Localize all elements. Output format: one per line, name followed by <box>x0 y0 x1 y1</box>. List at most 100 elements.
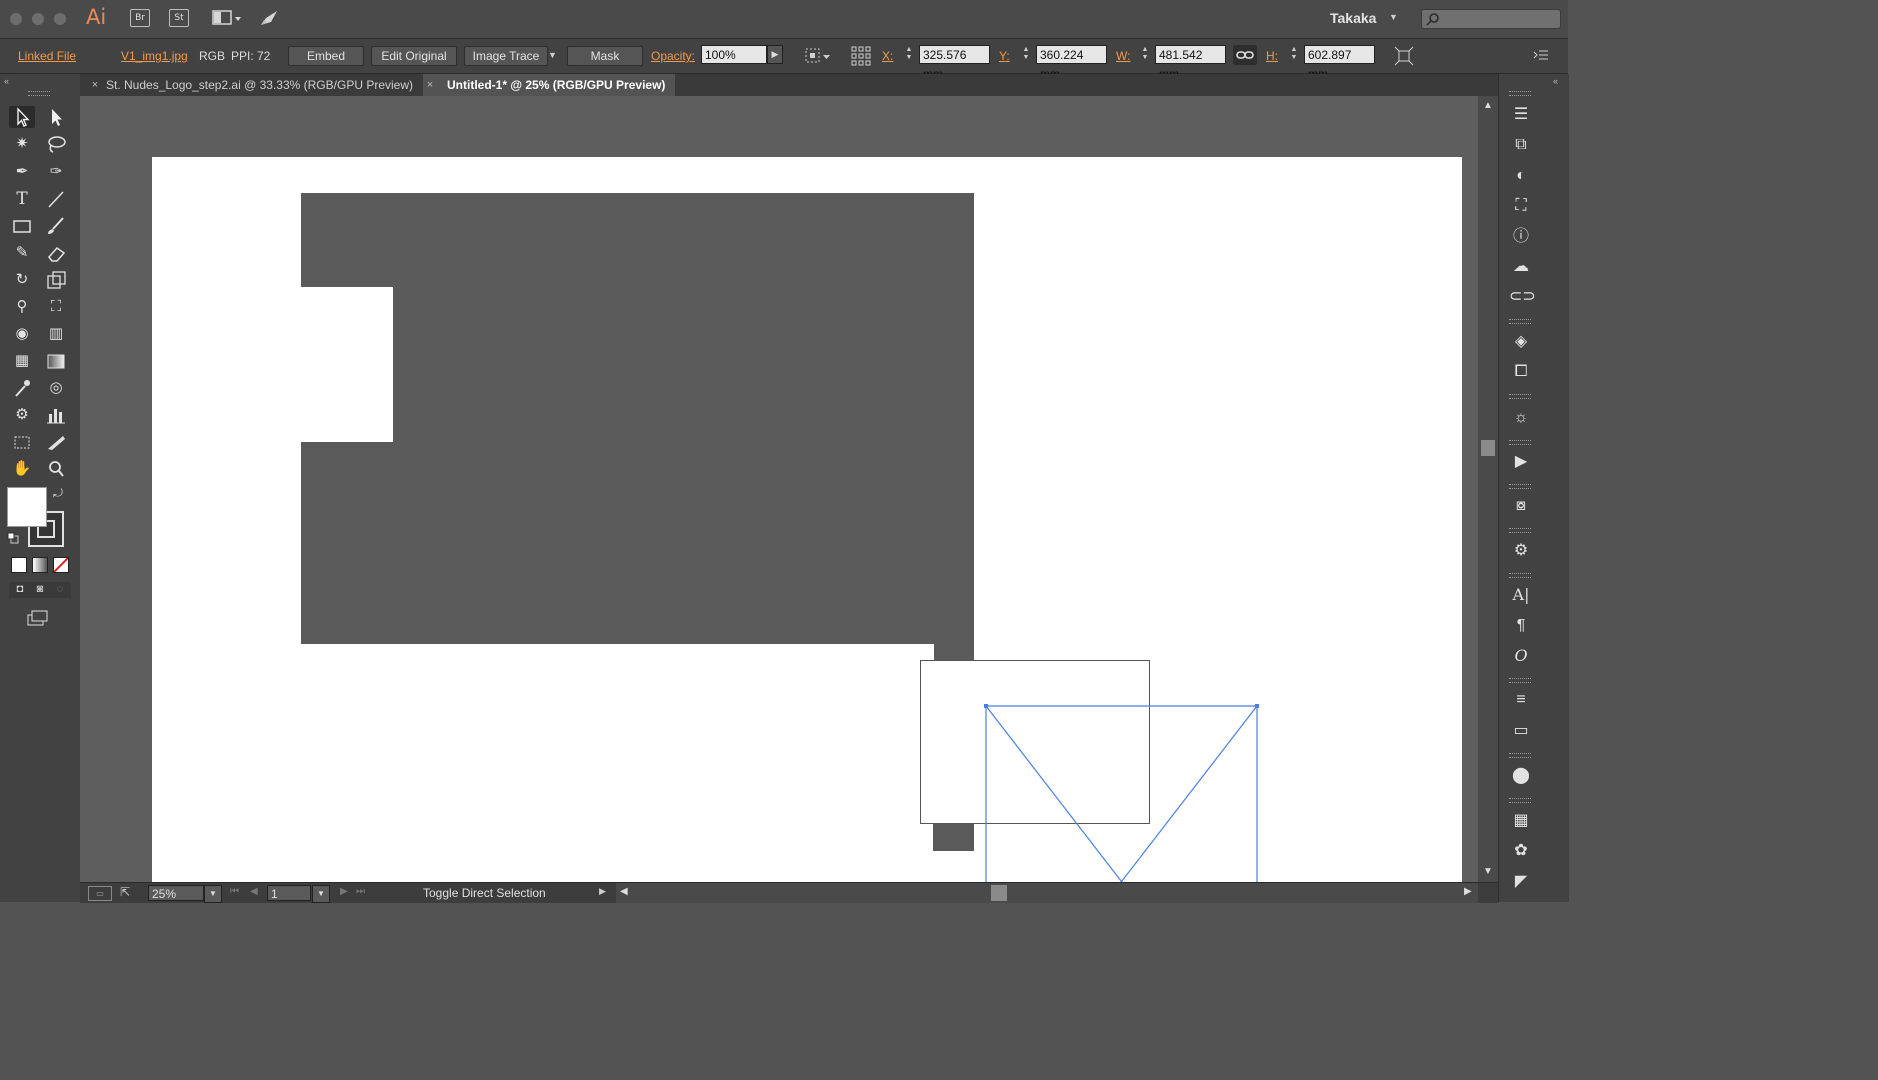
status-message[interactable]: Toggle Direct Selection <box>423 886 546 900</box>
zoom-level-field[interactable]: 25% <box>148 885 204 901</box>
expand-panels-icon[interactable]: « <box>1553 76 1558 86</box>
horizontal-scrollbar-thumb[interactable] <box>991 885 1007 901</box>
appearance-panel-icon[interactable]: ☼ <box>1509 407 1533 429</box>
placed-image-selection[interactable] <box>980 700 1265 882</box>
gpu-performance-icon[interactable]: ▭ <box>88 886 112 901</box>
stock-button[interactable]: St <box>169 9 189 27</box>
transform-button[interactable] <box>1394 46 1414 66</box>
default-fill-stroke-button[interactable] <box>7 532 19 544</box>
artboard-number-field[interactable]: 1 <box>267 885 311 901</box>
asset-export-panel-icon[interactable]: ⧇ <box>1509 495 1533 517</box>
eraser-tool[interactable] <box>43 242 69 264</box>
artboard-tool[interactable] <box>9 431 35 453</box>
image-trace-dropdown-icon[interactable]: ▼ <box>548 50 557 60</box>
w-label[interactable]: W: <box>1116 49 1130 63</box>
mask-button[interactable]: Mask <box>567 46 643 66</box>
color-mode-button[interactable] <box>11 557 27 573</box>
dock-grip[interactable] <box>1509 798 1531 803</box>
paragraph-panel-icon[interactable]: ¶ <box>1509 615 1533 637</box>
vertical-scrollbar[interactable]: ▲ ▼ <box>1478 96 1498 882</box>
rectangle-tool[interactable] <box>9 215 35 237</box>
horizontal-scrollbar[interactable]: ◀ ▶ <box>616 883 1478 903</box>
shape-builder-tool[interactable]: ◉ <box>9 323 35 345</box>
status-menu-arrow-icon[interactable]: ▶ <box>599 886 606 897</box>
dock-grip[interactable] <box>1509 440 1531 445</box>
x-stepper[interactable]: ▲ ▼ <box>904 46 914 64</box>
selection-tool[interactable] <box>9 106 35 128</box>
first-artboard-icon[interactable]: ⏮ <box>230 886 239 897</box>
arrange-documents-button[interactable] <box>212 9 242 27</box>
slice-tool[interactable] <box>43 431 69 453</box>
x-label[interactable]: X: <box>882 49 893 63</box>
direct-selection-tool[interactable] <box>43 106 69 128</box>
linked-file-link[interactable]: Linked File <box>18 49 76 63</box>
dock-grip[interactable] <box>1509 394 1531 399</box>
pen-tool[interactable]: ✒ <box>9 161 35 183</box>
draw-behind-button[interactable]: ◙ <box>32 583 48 597</box>
previous-artboard-icon[interactable]: ◀ <box>250 886 258 897</box>
hand-tool[interactable]: ✋ <box>9 458 35 480</box>
control-panel-menu-button[interactable] <box>1533 48 1549 62</box>
type-tool[interactable]: T <box>9 188 35 210</box>
pathfinder-panel-icon[interactable]: ⧉ <box>1509 134 1533 156</box>
libraries-panel-icon[interactable]: ☁ <box>1509 256 1533 278</box>
magic-wand-tool[interactable]: ✷ <box>9 133 35 155</box>
opacity-label[interactable]: Opacity: <box>651 49 695 63</box>
close-icon[interactable]: × <box>423 74 437 96</box>
artwork-shape[interactable] <box>934 644 974 660</box>
opacity-arrow-button[interactable]: ▶ <box>767 45 783 64</box>
symbols-panel-icon[interactable]: ◤ <box>1509 871 1533 893</box>
publish-button[interactable] <box>258 8 280 28</box>
actions-panel-icon[interactable]: ▶ <box>1509 451 1533 473</box>
gradient-panel-icon[interactable]: ▭ <box>1509 720 1533 742</box>
transform-panel-icon[interactable]: ⛶ <box>1509 195 1533 217</box>
eyedropper-tool[interactable] <box>9 377 35 399</box>
zoom-window-button[interactable] <box>54 13 66 25</box>
character-panel-icon[interactable]: A| <box>1509 584 1533 606</box>
opacity-field[interactable]: 100% <box>701 45 767 64</box>
none-mode-button[interactable] <box>53 557 69 573</box>
image-trace-button[interactable]: Image Trace <box>464 46 548 66</box>
gradient-mode-button[interactable] <box>32 557 48 573</box>
artwork-shape[interactable] <box>301 442 974 644</box>
y-stepper[interactable]: ▲ ▼ <box>1021 46 1031 64</box>
dock-grip[interactable] <box>1509 753 1531 758</box>
transparency-panel-icon[interactable]: ◐ <box>1509 165 1533 187</box>
tab-st-nudes-logo[interactable]: × St. Nudes_Logo_step2.ai @ 33.33% (RGB/… <box>88 74 418 96</box>
search-input[interactable] <box>1421 9 1561 29</box>
y-label[interactable]: Y: <box>999 49 1010 63</box>
info-panel-icon[interactable]: ⓘ <box>1509 226 1533 248</box>
line-segment-tool[interactable] <box>43 188 69 210</box>
constrain-proportions-button[interactable] <box>1233 45 1257 65</box>
zoom-tool[interactable] <box>43 458 69 480</box>
h-field[interactable]: 602.897 mm <box>1304 45 1375 81</box>
opentype-panel-icon[interactable]: O <box>1509 645 1533 667</box>
close-window-button[interactable] <box>10 13 22 25</box>
brushes-panel-icon[interactable]: ✿ <box>1509 840 1533 862</box>
collapse-toolbar-icon[interactable]: « <box>4 76 9 86</box>
scroll-left-arrow[interactable]: ◀ <box>620 886 628 897</box>
column-graph-tool[interactable] <box>43 404 69 426</box>
curvature-tool[interactable]: ✑ <box>43 161 69 183</box>
toolbar-grip[interactable] <box>28 91 50 96</box>
workspace-switcher[interactable]: Takaka <box>1330 10 1376 26</box>
dock-grip[interactable] <box>1509 484 1531 489</box>
scroll-down-arrow[interactable]: ▼ <box>1483 866 1493 877</box>
file-name-link[interactable]: V1_img1.jpg <box>121 49 188 63</box>
tab-untitled-1[interactable]: × Untitled-1* @ 25% (RGB/GPU Preview) <box>423 74 675 96</box>
symbol-sprayer-tool[interactable]: ⚙ <box>9 404 35 426</box>
dock-grip[interactable] <box>1509 319 1531 324</box>
swatches-panel-icon[interactable]: ▦ <box>1509 810 1533 832</box>
h-stepper[interactable]: ▲ ▼ <box>1289 46 1299 64</box>
scrollbar-thumb[interactable] <box>1481 440 1495 456</box>
lasso-tool[interactable] <box>43 133 69 155</box>
artwork-shape[interactable] <box>301 193 974 287</box>
dock-grip[interactable] <box>1509 91 1531 96</box>
fill-swatch[interactable] <box>7 487 47 527</box>
stroke-panel-icon[interactable]: ≡ <box>1509 689 1533 711</box>
screen-mode-button[interactable] <box>26 609 50 627</box>
embed-button[interactable]: Embed <box>288 46 364 66</box>
artwork-shape[interactable] <box>393 287 974 442</box>
shaper-tool[interactable]: ✎ <box>9 242 35 264</box>
last-artboard-icon[interactable]: ⏭ <box>356 886 365 897</box>
